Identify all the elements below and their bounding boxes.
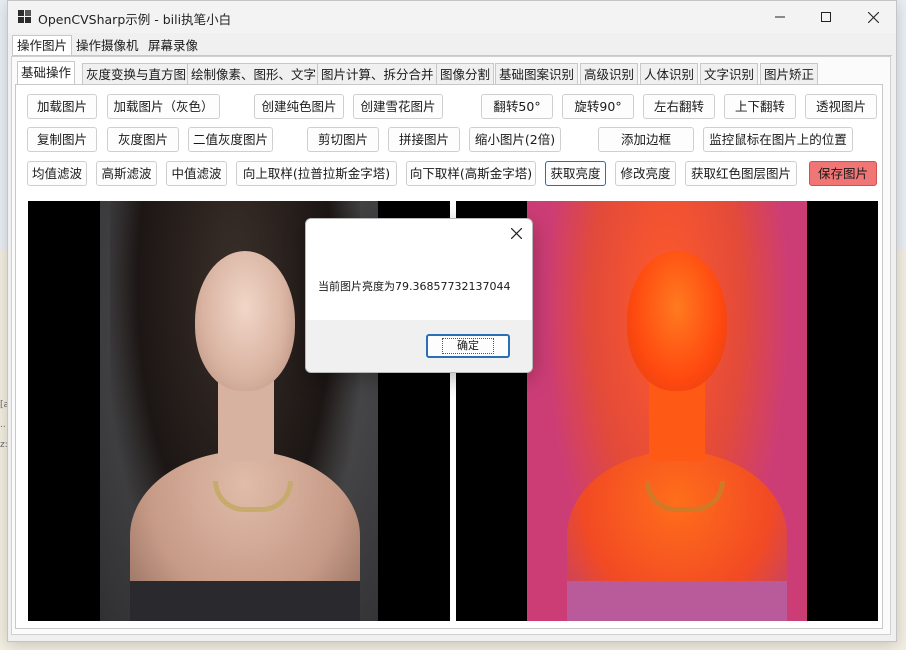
menu-item-screen-record[interactable]: 屏幕录像 [144,36,202,55]
perspective-button[interactable]: 透视图片 [805,94,877,119]
gaussian-filter-button[interactable]: 高斯滤波 [96,161,157,186]
tab-image-correction[interactable]: 图片矫正 [760,63,819,84]
dialog-footer: 确定 [306,320,532,372]
save-image-button[interactable]: 保存图片 [809,161,877,186]
stitch-image-button[interactable]: 拼接图片 [388,127,460,152]
tab-segmentation[interactable]: 图像分割 [436,63,495,84]
pyr-up-button[interactable]: 向上取样(拉普拉斯金字塔) [236,161,397,186]
copy-image-button[interactable]: 复制图片 [27,127,97,152]
load-image-button[interactable]: 加载图片 [27,94,97,119]
load-gray-image-button[interactable]: 加载图片（灰色） [107,94,220,119]
tab-draw[interactable]: 绘制像素、图形、文字 [187,63,321,84]
tab-gray-histogram[interactable]: 灰度变换与直方图 [82,63,191,84]
app-icon [18,10,32,24]
tab-text-recognition[interactable]: 文字识别 [700,63,759,84]
dialog-message: 当前图片亮度为79.36857732137044 [318,280,511,293]
get-brightness-button[interactable]: 获取亮度 [545,161,606,186]
tab-advanced-recognition[interactable]: 高级识别 [580,63,639,84]
close-button[interactable] [850,1,896,33]
title-bar[interactable]: OpenCVSharp示例 - bili执笔小白 [8,1,896,33]
window-title: OpenCVSharp示例 - bili执笔小白 [38,12,232,27]
add-border-button[interactable]: 添加边框 [598,127,694,152]
tab-pattern-recognition[interactable]: 基础图案识别 [495,63,579,84]
mean-filter-button[interactable]: 均值滤波 [27,161,87,186]
maximize-button[interactable] [803,1,849,33]
flip-50-button[interactable]: 翻转50° [481,94,553,119]
rotate-90-button[interactable]: 旋转90° [562,94,634,119]
red-channel-button[interactable]: 获取红色图层图片 [685,161,797,186]
minimize-icon [775,16,785,18]
tab-human-recognition[interactable]: 人体识别 [640,63,699,84]
dialog-ok-label: 确定 [442,338,494,354]
close-icon [867,11,879,23]
close-icon [510,227,522,239]
create-snow-image-button[interactable]: 创建雪花图片 [353,94,443,119]
menu-item-image[interactable]: 操作图片 [12,35,73,56]
dialog-ok-button[interactable]: 确定 [426,334,510,358]
brightness-dialog: 当前图片亮度为79.36857732137044 确定 [305,218,533,373]
gray-image-button[interactable]: 灰度图片 [107,127,179,152]
adjust-brightness-button[interactable]: 修改亮度 [615,161,676,186]
pyr-down-button[interactable]: 向下取样(高斯金字塔) [406,161,536,186]
flip-horizontal-button[interactable]: 左右翻转 [643,94,715,119]
binary-gray-button[interactable]: 二值灰度图片 [188,127,273,152]
crop-image-button[interactable]: 剪切图片 [307,127,379,152]
menu-bar: 操作图片 操作摄像机 屏幕录像 [8,34,896,56]
mouse-position-button[interactable]: 监控鼠标在图片上的位置 [703,127,853,152]
dialog-close-button[interactable] [504,221,528,245]
create-solid-image-button[interactable]: 创建纯色图片 [254,94,344,119]
menu-item-camera[interactable]: 操作摄像机 [72,36,143,55]
minimize-button[interactable] [757,1,803,33]
shrink-image-button[interactable]: 缩小图片(2倍) [469,127,561,152]
result-portrait-image [527,201,807,621]
tab-basic[interactable]: 基础操作 [17,61,76,85]
median-filter-button[interactable]: 中值滤波 [166,161,227,186]
maximize-icon [821,12,831,22]
tab-calc-split[interactable]: 图片计算、拆分合并 [317,63,438,84]
flip-vertical-button[interactable]: 上下翻转 [724,94,796,119]
